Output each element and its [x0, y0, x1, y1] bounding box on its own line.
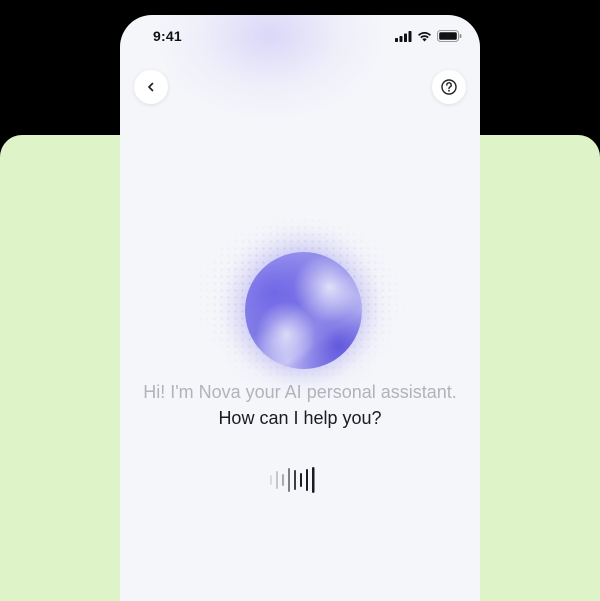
- voice-waveform-icon[interactable]: [268, 465, 332, 495]
- signal-icon: [395, 30, 412, 42]
- assistant-intro-text: Hi! I'm Nova your AI personal assistant.: [143, 382, 457, 402]
- question-circle-icon: [441, 79, 457, 95]
- status-bar: 9:41: [120, 15, 480, 59]
- chevron-left-icon: [148, 82, 154, 92]
- status-time: 9:41: [153, 28, 182, 44]
- back-button[interactable]: [134, 70, 168, 104]
- assistant-question-text: How can I help you?: [218, 408, 382, 428]
- canvas: 9:41 Hi! I'm Nova your AI personal assis…: [0, 0, 600, 601]
- battery-icon: [437, 30, 462, 42]
- phone-screen: 9:41 Hi! I'm Nova your AI personal assis…: [120, 15, 480, 601]
- help-button[interactable]: [432, 70, 466, 104]
- wifi-icon: [418, 31, 431, 41]
- status-icons: [395, 30, 462, 42]
- assistant-orb[interactable]: [245, 252, 362, 369]
- assistant-message: Hi! I'm Nova your AI personal assistant.…: [140, 379, 460, 431]
